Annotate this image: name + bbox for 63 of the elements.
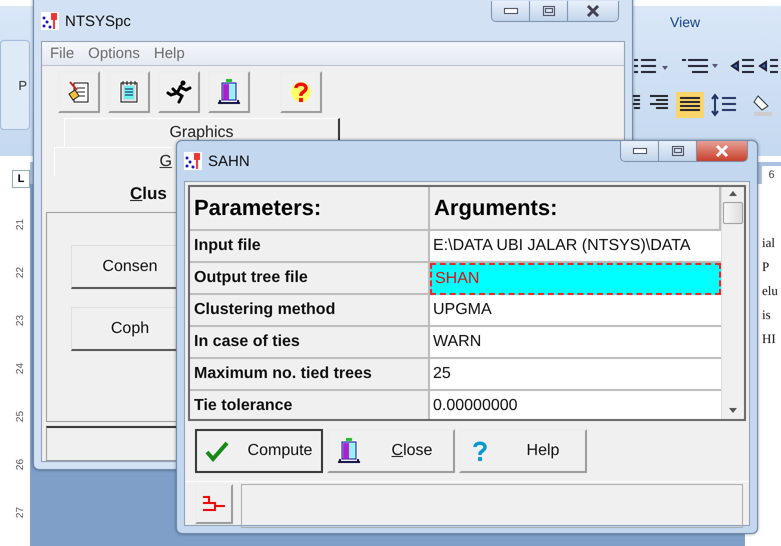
close-icon — [586, 5, 600, 17]
tab-selector[interactable]: L — [12, 170, 30, 188]
document-text: elu — [762, 282, 779, 300]
maximize-button[interactable] — [530, 1, 568, 21]
parameter-cell: Input file — [190, 231, 430, 263]
menu-item[interactable]: File — [50, 45, 74, 62]
menu-item[interactable]: Options — [88, 45, 140, 62]
section-title: Clus — [130, 184, 167, 204]
ribbon-tab[interactable]: View — [670, 14, 700, 30]
dialog-button[interactable]: Close — [327, 429, 455, 473]
parameter-cell: Tie tolerance — [190, 391, 430, 419]
check-icon — [205, 440, 229, 462]
minimize-icon — [632, 148, 646, 154]
paste-button[interactable]: P — [0, 40, 30, 130]
ruler-number: 24 — [16, 362, 26, 374]
dialog-button[interactable]: Help — [459, 429, 587, 473]
ruler-number: 6 — [762, 166, 781, 184]
justify-icon[interactable] — [676, 92, 704, 118]
tab[interactable]: G — [54, 147, 172, 176]
dendrogram-icon — [201, 494, 227, 514]
window-title: SAHN — [208, 152, 250, 170]
close-icon — [715, 145, 729, 157]
restore-icon — [672, 146, 684, 156]
restore-icon — [542, 6, 554, 16]
ruler-number: 25 — [16, 410, 26, 422]
minimize-icon — [504, 8, 518, 14]
close-button[interactable] — [568, 1, 618, 21]
ruler-number: 22 — [16, 266, 26, 278]
argument-cell[interactable]: SHAN — [430, 263, 721, 295]
parameter-cell: In case of ties — [190, 327, 430, 359]
notepad-icon — [118, 80, 140, 104]
document-text: ial — [762, 234, 776, 252]
scrollbar[interactable] — [721, 187, 744, 419]
dialog-button[interactable]: Compute — [195, 429, 323, 473]
scroll-up-icon[interactable] — [729, 191, 737, 196]
minimize-button[interactable] — [492, 1, 530, 21]
parameter-cell: Output tree file — [190, 263, 430, 295]
ruler-number: 23 — [16, 314, 26, 326]
maximize-button[interactable] — [659, 141, 697, 161]
help-icon — [290, 80, 312, 104]
running-figure-icon — [166, 80, 192, 104]
scroll-down-icon[interactable] — [729, 408, 737, 413]
column-header: Arguments: — [430, 187, 721, 231]
document-text: P — [762, 258, 770, 276]
ruler-number: 21 — [16, 218, 26, 230]
menu-item[interactable]: Help — [154, 45, 185, 62]
exit-door-icon — [217, 79, 241, 105]
ruler-number: 26 — [16, 458, 26, 470]
parameter-cell: Clustering method — [190, 295, 430, 327]
exit-door-icon — [337, 438, 361, 464]
document-text: is — [762, 306, 772, 324]
parameter-cell: Maximum no. tied trees — [190, 359, 430, 391]
column-header: Parameters: — [190, 187, 430, 231]
document-text: HI — [762, 330, 777, 348]
close-button[interactable] — [697, 141, 747, 161]
app-icon — [41, 12, 59, 30]
document-pen-icon — [67, 80, 91, 104]
window-title: NTSYSpc — [65, 12, 131, 30]
minimize-button[interactable] — [621, 141, 659, 161]
scroll-thumb[interactable] — [723, 202, 743, 224]
ruler-number: 27 — [16, 506, 26, 518]
tree-button[interactable] — [195, 484, 233, 524]
app-icon — [184, 152, 202, 170]
